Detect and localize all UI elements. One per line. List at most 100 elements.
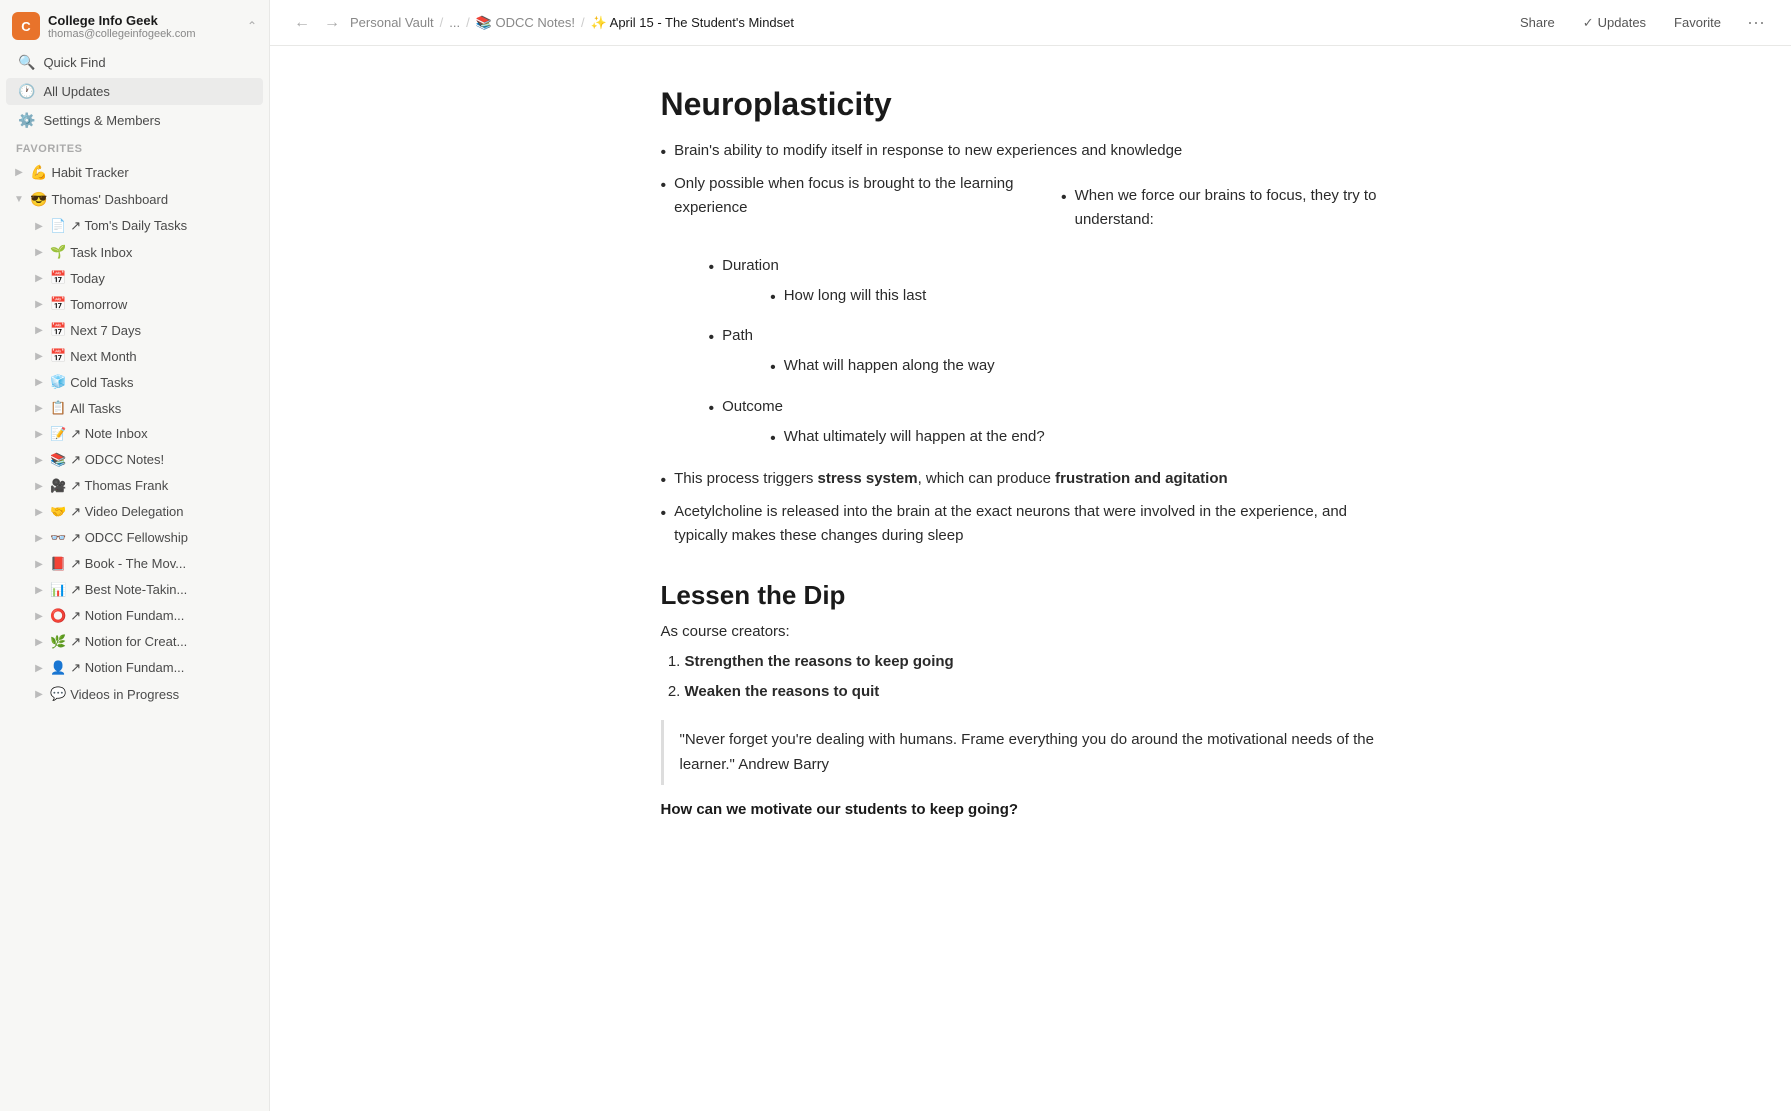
bullet-path: Path What will happen along the way — [709, 324, 1401, 389]
numbered-item-1-text: Strengthen the reasons to keep going — [685, 653, 954, 670]
sidebar-item-best-note-takin[interactable]: ▶ 📊 ↗ Best Note-Takin... — [4, 578, 265, 602]
all-updates-label: All Updates — [43, 84, 109, 99]
sidebar-item-settings[interactable]: ⚙️ Settings & Members — [6, 107, 263, 134]
bullet-path-label: Path — [722, 327, 753, 344]
bullet-outcome-label: Outcome — [722, 398, 783, 415]
today-emoji: 📅 — [50, 270, 66, 286]
expand-arrow-cold-tasks: ▶ — [32, 377, 46, 388]
check-icon: ✓ — [1583, 15, 1594, 31]
thomas-frank-emoji: 🎥 — [50, 478, 66, 494]
sidebar-item-book-mov[interactable]: ▶ 📕 ↗ Book - The Mov... — [4, 552, 265, 576]
toms-daily-label: ↗ Tom's Daily Tasks — [70, 218, 187, 234]
sidebar-item-odcc-fellowship[interactable]: ▶ 👓 ↗ ODCC Fellowship — [4, 526, 265, 550]
bullet-item-1-text: Brain's ability to modify itself in resp… — [674, 139, 1182, 163]
tomorrow-emoji: 📅 — [50, 296, 66, 312]
bullet-focus-intro-text: When we force our brains to focus, they … — [1075, 184, 1401, 232]
sidebar-item-next-month[interactable]: ▶ 📅 Next Month — [4, 344, 265, 368]
expand-arrow-all-tasks: ▶ — [32, 403, 46, 414]
sidebar-item-thomas-frank[interactable]: ▶ 🎥 ↗ Thomas Frank — [4, 474, 265, 498]
expand-arrow-notion-fundam1: ▶ — [32, 611, 46, 622]
all-tasks-emoji: 📋 — [50, 400, 66, 416]
numbered-item-2-text: Weaken the reasons to quit — [685, 683, 880, 700]
odcc-fellowship-label: ↗ ODCC Fellowship — [70, 530, 188, 546]
expand-arrow-notion-fundam2: ▶ — [32, 663, 46, 674]
bullet-what-will-happen: What will happen along the way — [770, 354, 995, 381]
bullet-how-long: How long will this last — [770, 284, 926, 311]
notion-fundam2-label: ↗ Notion Fundam... — [70, 660, 184, 676]
numbered-list: Strengthen the reasons to keep going Wea… — [661, 650, 1401, 704]
topbar-left: ← → Personal Vault / ... / 📚 ODCC Notes!… — [290, 12, 794, 34]
sidebar-item-notion-fundam2[interactable]: ▶ 👤 ↗ Notion Fundam... — [4, 656, 265, 680]
odcc-notes-label: ↗ ODCC Notes! — [70, 452, 164, 468]
sidebar-item-habit-tracker[interactable]: ▶ 💪 Habit Tracker — [4, 160, 265, 185]
sidebar-item-next-7-days[interactable]: ▶ 📅 Next 7 Days — [4, 318, 265, 342]
clock-icon: 🕐 — [18, 83, 35, 100]
best-note-takin-label: ↗ Best Note-Takin... — [70, 582, 187, 598]
back-button[interactable]: ← — [290, 12, 314, 34]
path-sub: What will happen along the way — [722, 354, 995, 381]
breadcrumb-personal-vault[interactable]: Personal Vault — [350, 15, 434, 30]
sidebar-item-cold-tasks[interactable]: ▶ 🧊 Cold Tasks — [4, 370, 265, 394]
sidebar-item-today[interactable]: ▶ 📅 Today — [4, 266, 265, 290]
updates-label: Updates — [1598, 15, 1646, 30]
breadcrumb-odcc-notes[interactable]: 📚 ODCC Notes! — [476, 15, 575, 31]
expand-arrow-odcc-fellowship: ▶ — [32, 533, 46, 544]
sidebar-item-odcc-notes[interactable]: ▶ 📚 ↗ ODCC Notes! — [4, 448, 265, 472]
sidebar-item-all-updates[interactable]: 🕐 All Updates — [6, 78, 263, 105]
expand-arrow-odcc-notes: ▶ — [32, 455, 46, 466]
sidebar-item-notion-fundam1[interactable]: ▶ ⭕ ↗ Notion Fundam... — [4, 604, 265, 628]
sidebar-item-toms-daily-tasks[interactable]: ▶ 📄 ↗ Tom's Daily Tasks — [4, 214, 265, 238]
updates-button[interactable]: ✓ Updates — [1575, 11, 1654, 35]
expand-arrow-next-month: ▶ — [32, 351, 46, 362]
sidebar-item-all-tasks[interactable]: ▶ 📋 All Tasks — [4, 396, 265, 420]
bullet-stress-text: This process triggers stress system, whi… — [674, 467, 1228, 491]
all-tasks-label: All Tasks — [70, 401, 121, 416]
bullet-item-2-text: Only possible when focus is brought to t… — [674, 172, 1029, 220]
workspace-chevron-icon[interactable]: ⌃ — [247, 19, 257, 33]
focus-sub-bullets: When we force our brains to focus, they … — [1037, 178, 1400, 238]
more-options-button[interactable]: ··· — [1741, 10, 1771, 35]
workspace-info[interactable]: C College Info Geek thomas@collegeinfoge… — [12, 12, 196, 40]
note-inbox-label: ↗ Note Inbox — [70, 426, 147, 442]
bullet-ultimately-text: What ultimately will happen at the end? — [784, 425, 1045, 449]
thomas-dashboard-emoji: 😎 — [30, 191, 47, 208]
cold-tasks-label: Cold Tasks — [70, 375, 133, 390]
expand-arrow-tomorrow: ▶ — [32, 299, 46, 310]
favorite-button[interactable]: Favorite — [1666, 11, 1729, 34]
bullet-item-2: Only possible when focus is brought to t… — [661, 172, 1401, 246]
stress-intro: This process triggers — [674, 470, 817, 487]
expand-arrow-thomas-dashboard: ▼ — [12, 194, 26, 205]
search-icon: 🔍 — [18, 54, 35, 71]
expand-arrow-thomas-frank: ▶ — [32, 481, 46, 492]
bullet-item-1: Brain's ability to modify itself in resp… — [661, 139, 1401, 166]
sidebar-item-notion-for-creat[interactable]: ▶ 🌿 ↗ Notion for Creat... — [4, 630, 265, 654]
duration-sub: How long will this last — [722, 284, 926, 311]
sidebar-item-videos-in-progress[interactable]: ▶ 💬 Videos in Progress — [4, 682, 265, 706]
forward-button[interactable]: → — [320, 12, 344, 34]
share-button[interactable]: Share — [1512, 11, 1563, 34]
videos-in-progress-label: Videos in Progress — [70, 687, 179, 702]
sidebar-item-thomas-dashboard[interactable]: ▼ 😎 Thomas' Dashboard — [4, 187, 265, 212]
note-inbox-emoji: 📝 — [50, 426, 66, 442]
sidebar-item-tomorrow[interactable]: ▶ 📅 Tomorrow — [4, 292, 265, 316]
bullet-outcome-content: Outcome What ultimately will happen at t… — [722, 395, 1045, 460]
notion-fundam1-emoji: ⭕ — [50, 608, 66, 624]
next7-emoji: 📅 — [50, 322, 66, 338]
bold-question: How can we motivate our students to keep… — [661, 801, 1401, 818]
outcome-sub: What ultimately will happen at the end? — [722, 425, 1045, 452]
expand-arrow-next7: ▶ — [32, 325, 46, 336]
bullet-acetylcholine: Acetylcholine is released into the brain… — [661, 500, 1401, 548]
expand-arrow-today: ▶ — [32, 273, 46, 284]
book-mov-emoji: 📕 — [50, 556, 66, 572]
topbar-right: Share ✓ Updates Favorite ··· — [1512, 10, 1771, 35]
videos-in-progress-emoji: 💬 — [50, 686, 66, 702]
bullet-duration: Duration How long will this last — [709, 254, 1401, 319]
book-mov-label: ↗ Book - The Mov... — [70, 556, 186, 572]
sidebar-item-note-inbox[interactable]: ▶ 📝 ↗ Note Inbox — [4, 422, 265, 446]
notion-fundam1-label: ↗ Notion Fundam... — [70, 608, 184, 624]
sidebar-item-video-delegation[interactable]: ▶ 🤝 ↗ Video Delegation — [4, 500, 265, 524]
breadcrumb-ellipsis[interactable]: ... — [449, 15, 460, 30]
blockquote: "Never forget you're dealing with humans… — [661, 720, 1401, 786]
sidebar-item-task-inbox[interactable]: ▶ 🌱 Task Inbox — [4, 240, 265, 264]
sidebar-item-quick-find[interactable]: 🔍 Quick Find — [6, 49, 263, 76]
